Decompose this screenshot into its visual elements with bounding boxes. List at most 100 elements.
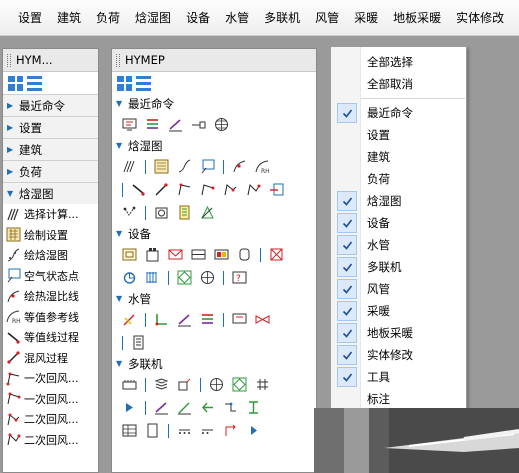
select-calc-icon[interactable] (118, 157, 141, 176)
arrow-up-icon[interactable] (219, 421, 242, 440)
fan-unit-icon[interactable] (150, 203, 173, 222)
section-recent[interactable]: ▶ 最近命令 (3, 94, 98, 116)
list-item[interactable]: 绘制设置 (3, 225, 98, 246)
pen-line-icon[interactable] (150, 398, 173, 417)
list-item[interactable]: 混风过程 (3, 348, 98, 369)
group-header-psychro[interactable]: ▼ 焓湿图 (112, 136, 316, 155)
mix-air-icon[interactable] (150, 180, 173, 199)
layer-list-icon[interactable] (141, 115, 164, 134)
cross-box-icon[interactable] (265, 245, 288, 264)
stack-icon[interactable] (150, 375, 173, 394)
draw-psychro-icon[interactable] (173, 157, 196, 176)
menu-settings[interactable]: 设置 (18, 9, 42, 26)
grid-circle-icon[interactable] (205, 375, 228, 394)
list-item[interactable]: 绘焓湿图 (3, 245, 98, 266)
menu-item-water-pipe[interactable]: 水管 (331, 234, 466, 256)
menu-heating[interactable]: 采暖 (354, 9, 378, 26)
list-item[interactable]: 一次回风... (3, 389, 98, 410)
outdoor-unit-icon[interactable] (118, 375, 141, 394)
pump-icon[interactable] (118, 268, 141, 287)
list-view-icon[interactable] (27, 75, 42, 91)
section-settings[interactable]: ▶ 设置 (3, 116, 98, 138)
menu-item-floor-heating[interactable]: 地板采暖 (331, 322, 466, 344)
menu-entity-modify[interactable]: 实体修改 (456, 9, 504, 26)
menu-item-recent[interactable]: 最近命令 (331, 102, 466, 124)
node-graph-icon[interactable] (118, 203, 141, 222)
menu-item-vrf[interactable]: 多联机 (331, 256, 466, 278)
menu-floor-heating[interactable]: 地板采暖 (393, 9, 441, 26)
calc-sheet-icon[interactable] (173, 203, 196, 222)
menu-item-tools[interactable]: 工具 (331, 366, 466, 388)
play-arrow-icon[interactable] (242, 421, 265, 440)
valve-icon[interactable] (251, 310, 274, 329)
menu-item-entity-modify[interactable]: 实体修改 (331, 344, 466, 366)
menu-building[interactable]: 建筑 (57, 9, 81, 26)
list-view-icon[interactable] (136, 75, 151, 91)
primary-return-icon[interactable] (196, 180, 219, 199)
air-state-icon[interactable] (196, 157, 219, 176)
list-item[interactable]: 绘热湿比线 (3, 286, 98, 307)
grid-view-icon[interactable] (117, 75, 132, 91)
menu-item-settings[interactable]: 设置 (331, 124, 466, 146)
grid-circle-icon[interactable] (196, 268, 219, 287)
menu-item-duct[interactable]: 风管 (331, 278, 466, 300)
equipment-library-icon[interactable] (118, 245, 141, 264)
pipe-route-icon[interactable] (173, 398, 196, 417)
menu-item-deselect-all[interactable]: 全部取消 (331, 73, 466, 95)
export-icon[interactable] (265, 180, 288, 199)
grid-circle-icon[interactable] (210, 115, 233, 134)
menu-item-equipment[interactable]: 设备 (331, 212, 466, 234)
list-item[interactable]: 二次回风... (3, 409, 98, 430)
dots-icon[interactable] (173, 421, 196, 440)
file-icon[interactable] (141, 421, 164, 440)
grip-icon[interactable] (7, 53, 11, 67)
heater-icon[interactable] (210, 245, 233, 264)
help-box-icon[interactable]: ? (228, 268, 251, 287)
document-icon[interactable] (127, 333, 150, 352)
list-item[interactable]: 空气状态点 (3, 266, 98, 287)
section-psychro[interactable]: ▼ 焓湿图 (3, 182, 98, 204)
group-header-equipment[interactable]: ▼ 设备 (112, 224, 316, 243)
diamond-box-icon[interactable] (173, 268, 196, 287)
section-load[interactable]: ▶ 负荷 (3, 160, 98, 182)
draw-settings-icon[interactable] (150, 157, 173, 176)
menu-item-building[interactable]: 建筑 (331, 146, 466, 168)
menu-item-load[interactable]: 负荷 (331, 168, 466, 190)
group-header-recent[interactable]: ▼ 最近命令 (112, 94, 316, 113)
table-icon[interactable] (118, 421, 141, 440)
menu-item-heating[interactable]: 采暖 (331, 300, 466, 322)
group-header-water-pipe[interactable]: ▼ 水管 (112, 289, 316, 308)
triangle-plot-icon[interactable] (196, 203, 219, 222)
rounded-box-icon[interactable] (233, 245, 256, 264)
left-palette-titlebar[interactable]: HYM... (3, 49, 98, 72)
heat-moisture-line-icon[interactable] (228, 157, 251, 176)
diamond-box-icon[interactable] (228, 375, 251, 394)
menu-item-psychro[interactable]: 焓湿图 (331, 190, 466, 212)
grip-icon[interactable] (116, 53, 120, 67)
menu-duct[interactable]: 风管 (315, 9, 339, 26)
menu-water-pipe[interactable]: 水管 (225, 9, 249, 26)
secondary-return-icon[interactable] (219, 180, 242, 199)
menu-psychrometric[interactable]: 焓湿图 (135, 9, 171, 26)
menu-vrf[interactable]: 多联机 (264, 9, 300, 26)
indoor-unit-icon[interactable] (173, 375, 196, 394)
panel-unit-icon[interactable] (187, 245, 210, 264)
rh-curve-icon[interactable]: RH (251, 157, 274, 176)
monitor-icon[interactable] (118, 115, 141, 134)
mid-palette-titlebar[interactable]: HYMEP (112, 49, 316, 72)
secondary-return-icon[interactable] (242, 180, 265, 199)
iso-process-icon[interactable] (127, 180, 150, 199)
radiator-icon[interactable] (141, 268, 164, 287)
list-item[interactable]: 选择计算... (3, 204, 98, 225)
list-item[interactable]: 二次回风... (3, 430, 98, 451)
building-block-icon[interactable] (141, 245, 164, 264)
menu-item-annotation[interactable]: 标注 (331, 388, 466, 410)
hash-icon[interactable] (251, 375, 274, 394)
pen-line-icon[interactable] (164, 115, 187, 134)
play-arrow-icon[interactable] (118, 398, 141, 417)
monitor-icon[interactable] (228, 310, 251, 329)
list-item[interactable]: RH 等值参考线 (3, 307, 98, 328)
connector-icon[interactable] (219, 398, 242, 417)
menu-load[interactable]: 负荷 (96, 9, 120, 26)
list-item[interactable]: 一次回风... (3, 368, 98, 389)
